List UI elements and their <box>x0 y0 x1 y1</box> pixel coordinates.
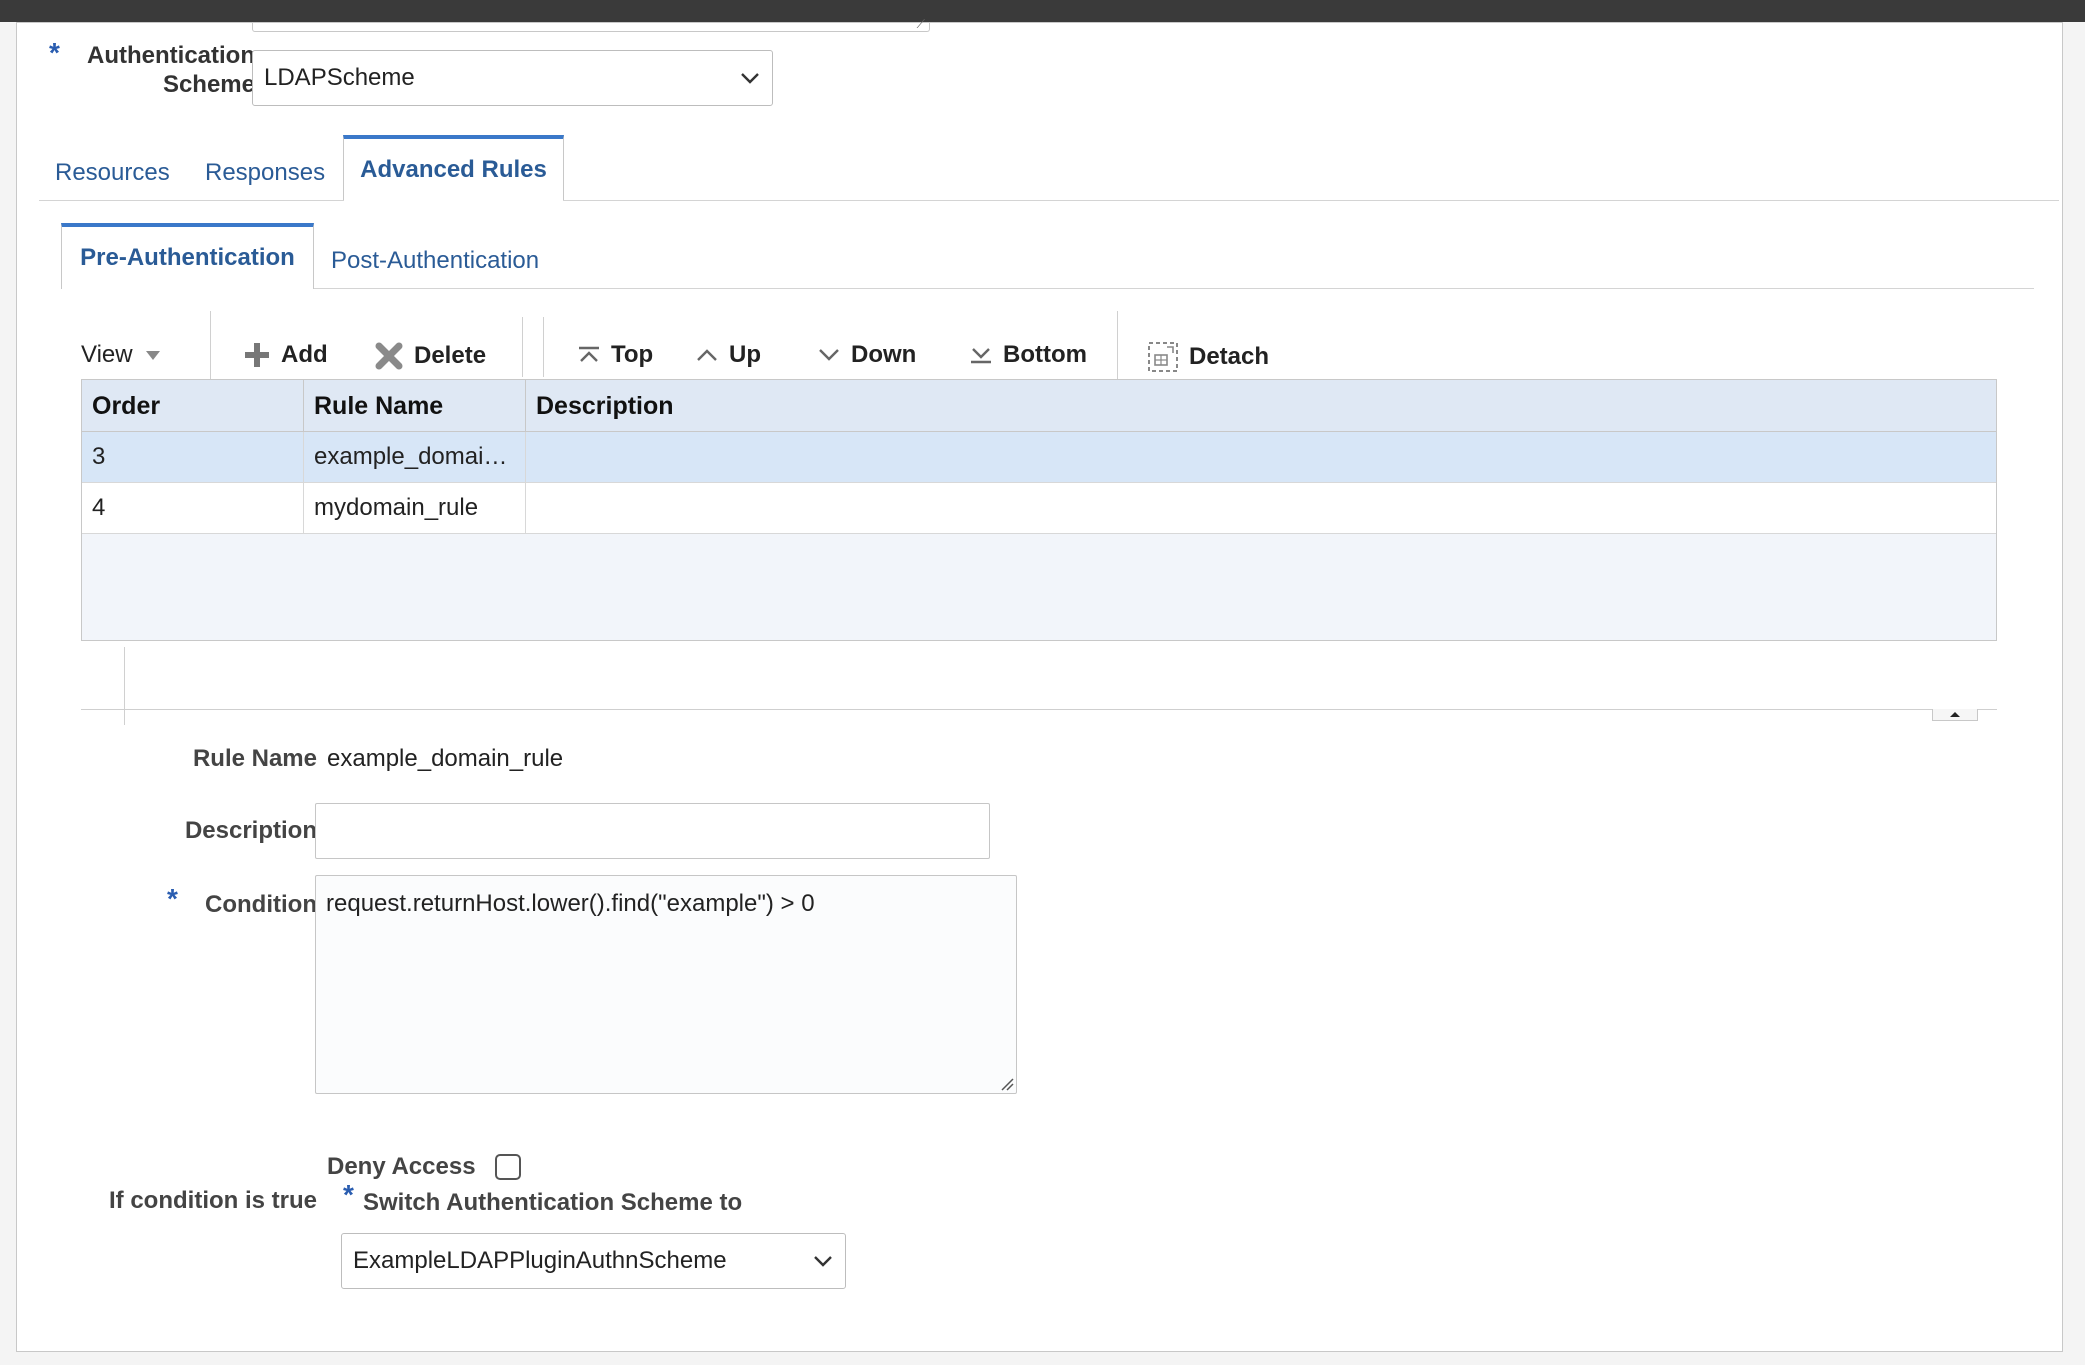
plus-icon <box>245 343 269 367</box>
tab-resources[interactable]: Resources <box>55 159 170 187</box>
move-down-button[interactable]: Down <box>817 341 916 369</box>
move-bottom-label: Bottom <box>1003 341 1087 368</box>
view-menu-label: View <box>81 341 133 368</box>
column-header-description[interactable]: Description <box>526 380 1996 432</box>
if-condition-true-label: If condition is true <box>109 1187 317 1214</box>
window-top-bar <box>0 0 2085 22</box>
caret-up-icon <box>1950 712 1960 717</box>
delete-button[interactable]: Delete <box>374 341 486 371</box>
auth-scheme-select[interactable]: LDAPScheme <box>252 50 773 106</box>
table-row[interactable]: 4 mydomain_rule <box>82 483 1996 534</box>
move-top-button[interactable]: Top <box>577 341 653 369</box>
chevron-down-icon <box>819 349 839 361</box>
view-menu[interactable]: View <box>81 341 161 369</box>
chevron-down-icon <box>814 1256 832 1267</box>
move-down-label: Down <box>851 341 917 368</box>
splitter-line <box>124 647 125 725</box>
resize-grip-icon: ⟋ <box>916 17 925 31</box>
deny-access-checkbox[interactable] <box>495 1154 521 1180</box>
chevron-up-icon <box>697 349 717 361</box>
table-row[interactable]: 3 example_domai… <box>82 432 1996 483</box>
column-header-order[interactable]: Order <box>82 380 304 432</box>
description-field[interactable] <box>315 803 990 859</box>
move-up-button[interactable]: Up <box>695 341 761 369</box>
condition-label: Condition <box>205 891 317 918</box>
auth-scheme-label-line1: Authentication <box>87 42 255 69</box>
move-to-top-icon <box>579 346 599 362</box>
caret-down-icon <box>145 351 160 360</box>
auth-scheme-label-line2: Scheme <box>162 71 255 98</box>
condition-text: request.returnHost.lower().find("example… <box>326 890 815 917</box>
tab-advanced-rules[interactable]: Advanced Rules <box>343 135 564 201</box>
table-header: Order Rule Name Description <box>82 380 1996 432</box>
chevron-down-icon <box>741 73 759 84</box>
condition-textarea[interactable]: request.returnHost.lower().find("example… <box>315 875 1017 1094</box>
move-to-bottom-icon <box>971 348 991 364</box>
active-tab-gap <box>344 199 563 202</box>
tab-responses[interactable]: Responses <box>205 159 325 187</box>
subtab-pre-authentication-label: Pre-Authentication <box>80 244 295 271</box>
subtabs-divider <box>314 288 2034 289</box>
delete-x-icon <box>375 342 403 370</box>
rules-table: Order Rule Name Description 3 example_do… <box>81 379 1997 641</box>
move-up-label: Up <box>729 341 761 368</box>
move-top-label: Top <box>611 341 654 368</box>
rule-name-value: example_domain_rule <box>327 745 564 772</box>
cell-order: 4 <box>82 483 304 533</box>
auth-scheme-value: LDAPScheme <box>264 64 415 91</box>
toolbar-separator <box>522 317 523 377</box>
collapse-splitter-button[interactable] <box>1932 709 1978 721</box>
add-button[interactable]: Add <box>243 341 328 369</box>
resize-grip-icon[interactable] <box>998 1075 1014 1091</box>
switch-scheme-select[interactable]: ExampleLDAPPluginAuthnScheme <box>341 1233 846 1289</box>
required-indicator: * <box>49 37 60 68</box>
delete-button-label: Delete <box>414 342 487 369</box>
detach-icon <box>1148 342 1178 372</box>
auth-scheme-label: Authentication Scheme <box>67 41 255 99</box>
details-splitter[interactable] <box>81 709 1997 710</box>
deny-access-label: Deny Access <box>327 1153 476 1180</box>
rule-name-label: Rule Name <box>192 745 317 772</box>
detach-button-label: Detach <box>1189 343 1270 370</box>
column-header-rule-name[interactable]: Rule Name <box>304 380 526 432</box>
tabs-divider <box>39 200 2059 201</box>
add-button-label: Add <box>281 341 328 368</box>
cell-order: 3 <box>82 432 304 482</box>
required-indicator: * <box>343 1179 354 1210</box>
switch-scheme-label: Switch Authentication Scheme to <box>363 1189 743 1216</box>
cell-rule-name: example_domai… <box>304 432 526 482</box>
move-bottom-button[interactable]: Bottom <box>969 341 1087 369</box>
subtab-post-authentication[interactable]: Post-Authentication <box>331 247 539 275</box>
cell-description <box>526 483 1996 533</box>
previous-field-bottom-edge: ⟋ <box>252 17 930 32</box>
cell-rule-name: mydomain_rule <box>304 483 526 533</box>
detach-button[interactable]: Detach <box>1147 341 1269 373</box>
switch-scheme-value: ExampleLDAPPluginAuthnScheme <box>353 1247 727 1274</box>
description-label: Description <box>184 817 317 844</box>
toolbar-separator <box>543 317 544 377</box>
subtab-pre-authentication[interactable]: Pre-Authentication <box>61 223 314 289</box>
tab-advanced-rules-label: Advanced Rules <box>360 156 547 183</box>
cell-description <box>526 432 1996 482</box>
policy-panel: ⟋ * Authentication Scheme LDAPScheme Res… <box>16 17 2063 1352</box>
